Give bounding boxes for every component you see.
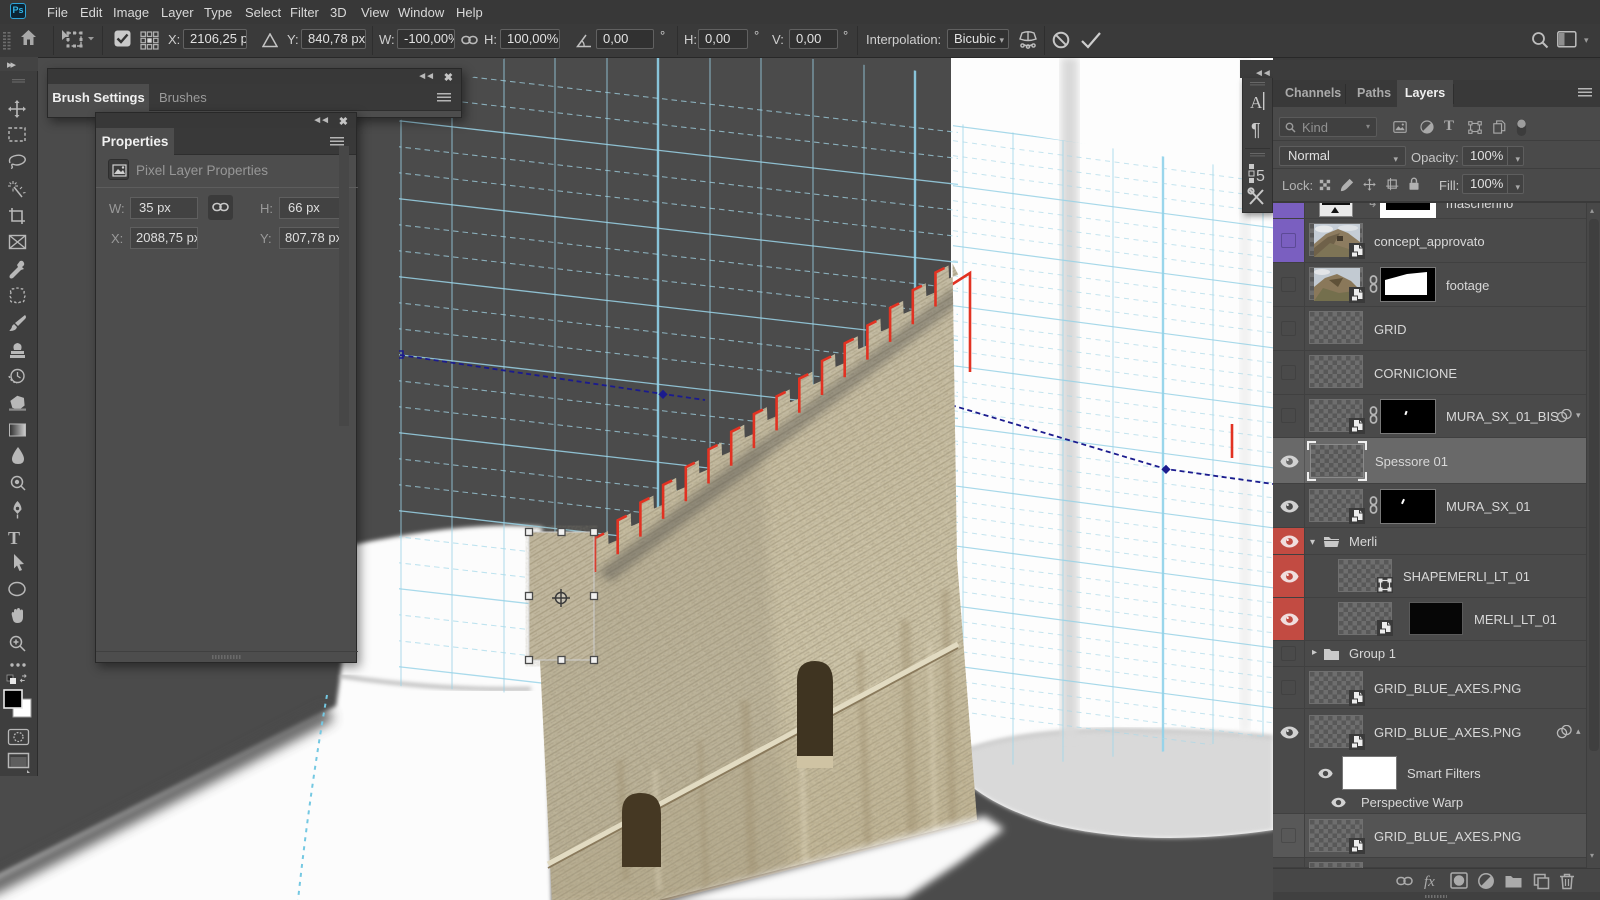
svg-text:¶: ¶ — [1251, 120, 1261, 140]
svg-text:T: T — [8, 528, 20, 548]
svg-text:5: 5 — [1256, 168, 1265, 185]
svg-text:fx: fx — [1424, 874, 1435, 890]
svg-text:A: A — [1250, 93, 1263, 112]
